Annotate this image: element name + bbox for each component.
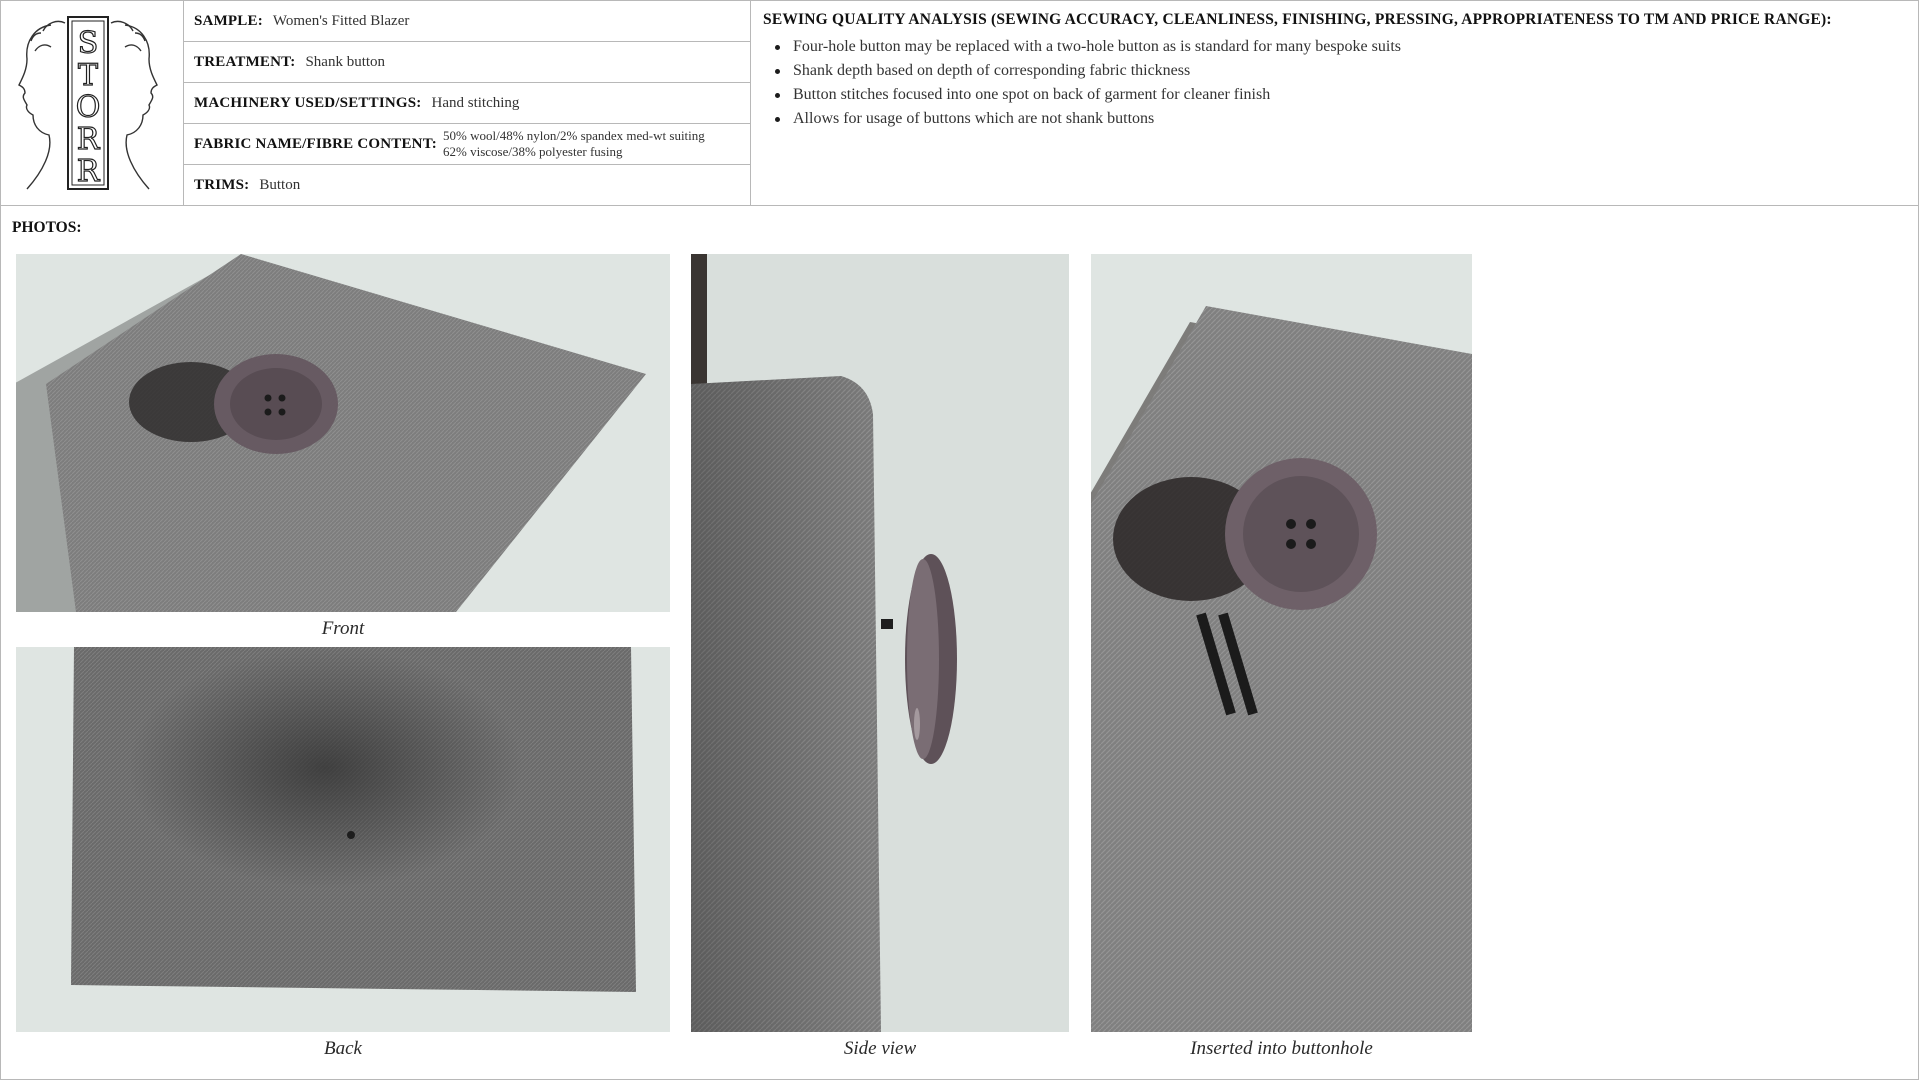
caption-back: Back <box>324 1038 362 1059</box>
logo-cell: S T O R R <box>1 1 184 205</box>
svg-text:O: O <box>76 90 101 125</box>
spec-row-sample: SAMPLE: Women's Fitted Blazer <box>184 1 750 42</box>
brand-logo: S T O R R <box>18 16 158 190</box>
treatment-value: Shank button <box>305 53 386 70</box>
photo-side-view <box>691 254 1069 1032</box>
spec-row-treatment: TREATMENT: Shank button <box>184 42 750 83</box>
sample-label: SAMPLE: <box>194 12 263 29</box>
list-item: Four-hole button may be replaced with a … <box>775 35 1907 59</box>
analysis-item-text: Button stitches focused into one spot on… <box>793 86 1271 103</box>
bullet-icon <box>775 69 780 74</box>
svg-text:R: R <box>77 122 101 157</box>
bullet-icon <box>775 45 780 50</box>
sheet-header: S T O R R SAMPLE: Women's Fitted Blazer … <box>1 1 1919 206</box>
analysis-item-text: Allows for usage of buttons which are no… <box>793 110 1155 127</box>
sample-value: Women's Fitted Blazer <box>272 12 410 29</box>
list-item: Button stitches focused into one spot on… <box>775 83 1907 107</box>
logo-letters: S T O R R <box>75 25 101 189</box>
treatment-label: TREATMENT: <box>194 53 296 70</box>
spec-row-fabric: FABRIC NAME/FIBRE CONTENT: 50% wool/48% … <box>184 124 750 165</box>
bullet-icon <box>775 93 780 98</box>
trims-value: Button <box>259 176 301 193</box>
spec-row-trims: TRIMS: Button <box>184 165 750 205</box>
svg-text:T: T <box>78 58 98 93</box>
list-item: Shank depth based on depth of correspond… <box>775 59 1907 83</box>
photo-front <box>16 254 670 612</box>
caption-side-view: Side view <box>843 1038 917 1059</box>
fabric-value-line2: 62% viscose/38% polyester fusing <box>443 144 623 159</box>
analysis-title: SEWING QUALITY ANALYSIS (SEWING ACCURACY… <box>763 11 1832 28</box>
analysis-list: Four-hole button may be replaced with a … <box>763 35 1907 131</box>
spec-table: SAMPLE: Women's Fitted Blazer TREATMENT:… <box>184 1 751 205</box>
svg-text:S: S <box>78 26 99 61</box>
fabric-label: FABRIC NAME/FIBRE CONTENT: <box>194 135 437 152</box>
fabric-value: 50% wool/48% nylon/2% spandex med-wt sui… <box>443 128 705 160</box>
machinery-value: Hand stitching <box>431 94 520 111</box>
spec-sheet-page: S T O R R SAMPLE: Women's Fitted Blazer … <box>0 0 1919 1080</box>
analysis-item-text: Shank depth based on depth of correspond… <box>793 62 1191 79</box>
caption-front: Front <box>321 618 365 639</box>
photo-back <box>16 647 670 1032</box>
svg-text:R: R <box>77 154 101 189</box>
list-item: Allows for usage of buttons which are no… <box>775 107 1907 131</box>
sewing-quality-analysis: SEWING QUALITY ANALYSIS (SEWING ACCURACY… <box>751 1 1919 205</box>
photos-label: PHOTOS: <box>12 219 82 236</box>
analysis-item-text: Four-hole button may be replaced with a … <box>793 38 1401 55</box>
photo-buttonhole <box>1091 254 1472 1032</box>
spec-row-machinery: MACHINERY USED/SETTINGS: Hand stitching <box>184 83 750 124</box>
caption-buttonhole: Inserted into buttonhole <box>1190 1038 1373 1059</box>
bullet-icon <box>775 117 780 122</box>
trims-label: TRIMS: <box>194 176 250 193</box>
machinery-label: MACHINERY USED/SETTINGS: <box>194 94 422 111</box>
fabric-value-line1: 50% wool/48% nylon/2% spandex med-wt sui… <box>443 128 705 143</box>
